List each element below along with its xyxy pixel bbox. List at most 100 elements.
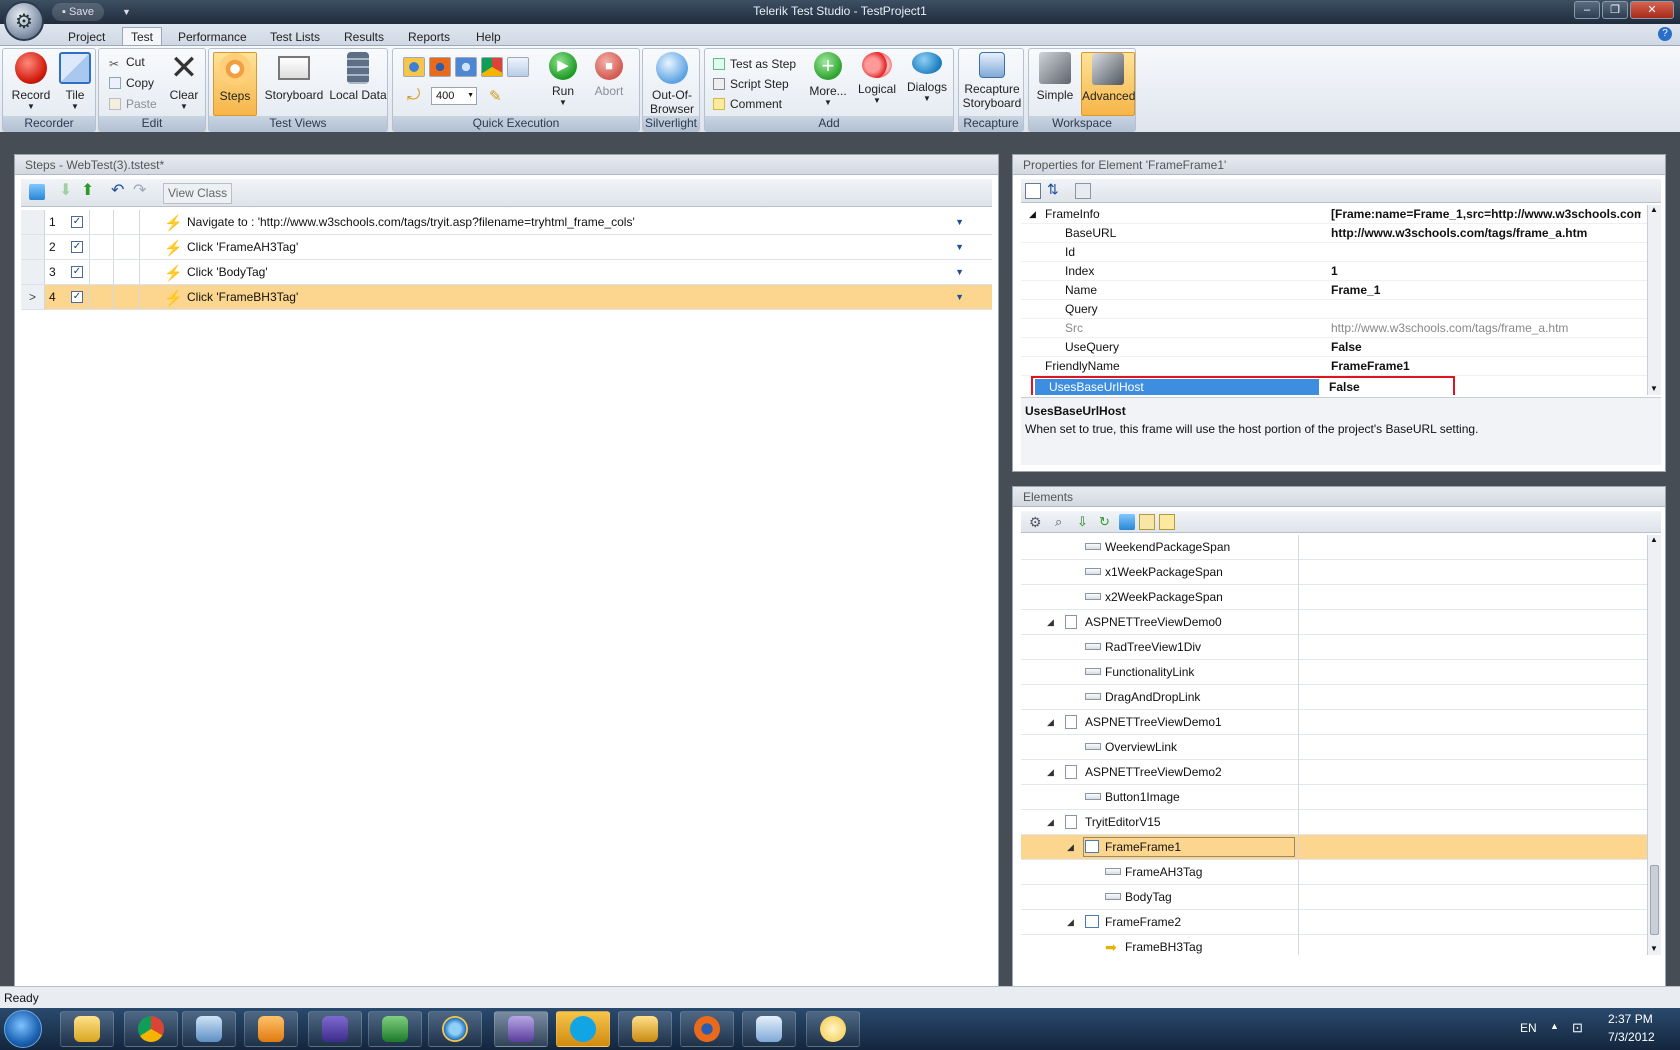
expand-triangle-icon[interactable]: ◢ — [1047, 610, 1054, 634]
start-button[interactable] — [4, 1010, 42, 1048]
step-enabled-checkbox[interactable]: ✓ — [71, 266, 83, 278]
property-row[interactable]: BaseURL http://www.w3schools.com/tags/fra… — [1021, 224, 1647, 243]
restore-button[interactable]: ❐ — [1602, 1, 1628, 19]
step-row[interactable]: 3 ✓ ⚡ Click 'BodyTag' ▼ — [21, 260, 992, 285]
application-menu-button[interactable]: ⚙ — [4, 1, 44, 41]
tree-item[interactable]: FrameAH3Tag — [1021, 860, 1647, 885]
tree-item[interactable]: BodyTag — [1021, 885, 1647, 910]
row-selector[interactable] — [21, 260, 45, 284]
logical-button[interactable]: Logical ▼ — [855, 52, 899, 105]
test-as-step-button[interactable]: Test as Step — [713, 55, 796, 73]
firefox-taskbar-button[interactable] — [680, 1011, 734, 1047]
property-row[interactable]: Index 1 — [1021, 262, 1647, 281]
tree-item-selected[interactable]: ◢ FrameFrame1 — [1021, 835, 1647, 860]
scroll-thumb[interactable] — [1650, 865, 1659, 935]
abort-button[interactable]: ■ Abort — [587, 52, 631, 98]
step-row-selected[interactable]: > 4 ✓ ⚡ Click 'FrameBH3Tag' ▼ — [21, 285, 992, 310]
scroll-down-icon[interactable]: ▼ — [1650, 384, 1658, 393]
property-row[interactable]: Name Frame_1 — [1021, 281, 1647, 300]
paste-button[interactable]: Paste — [109, 95, 157, 113]
excel-taskbar-button[interactable] — [368, 1011, 422, 1047]
refresh-icon[interactable]: ↻ — [1099, 514, 1115, 530]
tree-item[interactable]: ◢ ASPNETTreeViewDemo2 — [1021, 760, 1647, 785]
move-down-icon[interactable]: ⬇ — [59, 183, 75, 199]
expand-triangle-icon[interactable]: ◢ — [1047, 810, 1054, 834]
comment-button[interactable]: Comment — [713, 95, 782, 113]
recapture-storyboard-button[interactable]: Recapture Storyboard — [961, 52, 1023, 110]
elements-scrollbar[interactable]: ▲ ▼ — [1647, 535, 1661, 955]
sort-down-icon[interactable]: ⇩ — [1077, 514, 1093, 530]
run-button[interactable]: ▶ Run ▼ — [543, 52, 583, 107]
row-selector[interactable] — [21, 210, 45, 234]
expand-triangle-icon[interactable]: ◢ — [1047, 760, 1054, 784]
undo-icon[interactable]: ↶ — [111, 183, 127, 199]
explorer-taskbar-button[interactable] — [60, 1011, 114, 1047]
tab-project[interactable]: Project — [68, 28, 105, 46]
tree-item[interactable]: ◢ ASPNETTreeViewDemo1 — [1021, 710, 1647, 735]
visualstudio-taskbar-button[interactable] — [308, 1011, 362, 1047]
view-class-button[interactable]: View Class — [163, 183, 233, 204]
property-row[interactable]: Id — [1021, 243, 1647, 262]
clock-date[interactable]: 7/3/2012 — [1608, 1030, 1655, 1044]
tab-help[interactable]: Help — [476, 28, 501, 46]
property-row[interactable]: UseQuery False — [1021, 338, 1647, 357]
advanced-workspace-button[interactable]: Advanced — [1081, 52, 1135, 116]
scroll-down-icon[interactable]: ▼ — [1650, 944, 1658, 953]
dialogs-button[interactable]: Dialogs ▼ — [903, 52, 951, 103]
language-indicator[interactable]: EN — [1520, 1021, 1537, 1035]
more-button[interactable]: + More... ▼ — [805, 52, 851, 107]
tree-item[interactable]: ◢ FrameFrame2 — [1021, 910, 1647, 935]
chevron-down-icon[interactable]: ▼ — [955, 235, 964, 259]
app-taskbar-button[interactable] — [742, 1011, 796, 1047]
close-button[interactable]: ✕ — [1630, 1, 1674, 19]
tree-item[interactable]: DragAndDropLink — [1021, 685, 1647, 710]
step-enabled-checkbox[interactable]: ✓ — [71, 216, 83, 228]
tree-item[interactable]: WeekendPackageSpan — [1021, 535, 1647, 560]
chrome-taskbar-button[interactable] — [124, 1011, 178, 1047]
property-pages-icon[interactable] — [1075, 183, 1091, 199]
firefox-browser-icon[interactable] — [429, 57, 451, 77]
property-row[interactable]: Query — [1021, 300, 1647, 319]
out-of-browser-button[interactable]: Out-Of- Browser — [647, 52, 697, 116]
help-icon[interactable]: ? — [1658, 27, 1672, 41]
alphabetical-sort-icon[interactable]: ⇅ — [1047, 181, 1063, 197]
property-value-editor[interactable]: False — [1329, 379, 1360, 395]
redo-icon[interactable]: ↷ — [133, 183, 149, 199]
teststudio-taskbar-button[interactable] — [494, 1011, 548, 1047]
tree-item[interactable]: ◢ TryitEditorV15 — [1021, 810, 1647, 835]
steps-view-button[interactable]: Steps — [213, 52, 257, 116]
record-button[interactable]: Record ▼ — [9, 52, 53, 111]
outlook-taskbar-button[interactable] — [244, 1011, 298, 1047]
clear-button[interactable]: ✕ Clear ▼ — [165, 51, 203, 111]
local-data-view-button[interactable]: Local Data — [329, 52, 387, 102]
tree-item[interactable]: OverviewLink — [1021, 735, 1647, 760]
tab-performance[interactable]: Performance — [178, 28, 247, 46]
minimize-button[interactable]: – — [1574, 1, 1600, 19]
storyboard-view-button[interactable]: Storyboard — [263, 52, 325, 102]
tree-item[interactable]: x1WeekPackageSpan — [1021, 560, 1647, 585]
scroll-up-icon[interactable]: ▲ — [1650, 535, 1658, 544]
tab-test-lists[interactable]: Test Lists — [270, 28, 320, 46]
property-row-selected[interactable]: UsesBaseUrlHost False — [1031, 376, 1455, 395]
row-selector[interactable] — [21, 235, 45, 259]
tab-reports[interactable]: Reports — [408, 28, 450, 46]
tree-item[interactable]: Button1Image — [1021, 785, 1647, 810]
copy-button[interactable]: Copy — [109, 74, 154, 92]
ie-taskbar-button[interactable] — [428, 1011, 482, 1047]
search-icon[interactable]: ⌕ — [1055, 514, 1071, 530]
property-row[interactable]: FriendlyName FrameFrame1 — [1021, 357, 1647, 376]
show-hidden-icons-icon[interactable]: ▲ — [1550, 1021, 1559, 1031]
tree-item[interactable]: FunctionalityLink — [1021, 660, 1647, 685]
step-row[interactable]: 1 ✓ ⚡ Navigate to : 'http://www.w3school… — [21, 210, 992, 235]
tree-item[interactable]: x2WeekPackageSpan — [1021, 585, 1647, 610]
chevron-down-icon[interactable]: ▼ — [955, 285, 964, 309]
highlight-icon[interactable]: ✎ — [489, 87, 502, 105]
clock-time[interactable]: 2:37 PM — [1608, 1012, 1653, 1026]
highlight-element-icon[interactable] — [1119, 514, 1135, 530]
ie-browser-icon[interactable] — [403, 57, 425, 77]
network-icon[interactable]: ⊡ — [1572, 1020, 1583, 1036]
move-up-icon[interactable]: ⬆ — [81, 183, 97, 199]
sun-taskbar-button[interactable] — [806, 1011, 860, 1047]
chevron-down-icon[interactable]: ▼ — [955, 210, 964, 234]
copy-element-icon[interactable] — [1159, 514, 1175, 530]
